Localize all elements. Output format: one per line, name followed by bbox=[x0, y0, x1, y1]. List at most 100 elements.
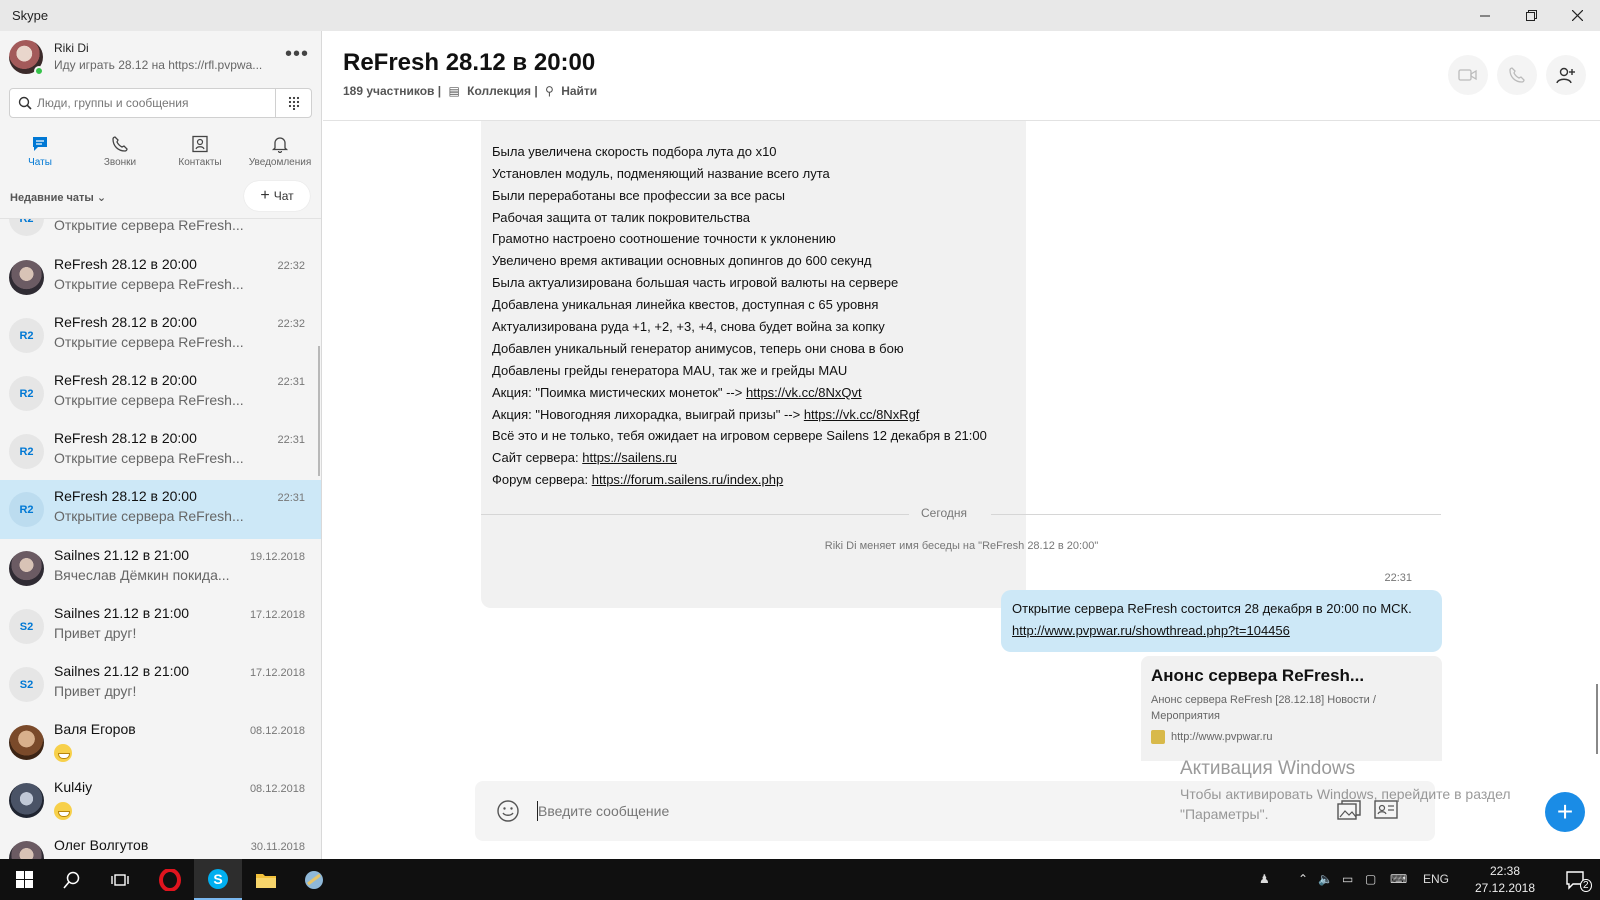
link-preview-url-text: http://www.pvpwar.ru bbox=[1171, 731, 1273, 743]
chat-list-item[interactable]: S2 Sailnes 21.12 в 21:00 Привет друг! 17… bbox=[0, 655, 321, 714]
chat-title: Валя Егоров bbox=[54, 721, 136, 737]
video-call-button[interactable] bbox=[1448, 55, 1488, 95]
message-link[interactable]: https://forum.sailens.ru/index.php bbox=[592, 472, 784, 487]
opera-icon bbox=[159, 868, 181, 891]
message-input[interactable]: Введите сообщение bbox=[538, 803, 669, 819]
message-line bbox=[492, 121, 1015, 141]
send-image-icon[interactable] bbox=[1337, 799, 1361, 821]
dialpad-button[interactable] bbox=[275, 89, 311, 117]
tab-notifications-label: Уведомления bbox=[248, 157, 312, 168]
taskbar-opera[interactable] bbox=[146, 859, 194, 900]
search-input[interactable]: Люди, группы и сообщения bbox=[9, 88, 312, 118]
tab-contacts-label: Контакты bbox=[178, 157, 222, 168]
profile-header[interactable]: Riki Di Иду играть 28.12 на https://rfl.… bbox=[0, 31, 321, 83]
send-contact-icon[interactable] bbox=[1374, 799, 1398, 821]
outgoing-message[interactable]: Открытие сервера ReFresh состоится 28 де… bbox=[1001, 590, 1442, 652]
chat-time: 22:31 bbox=[277, 492, 305, 504]
chat-list: R2 Открытие сервера ReFresh... ReFresh 2… bbox=[0, 218, 321, 859]
keyboard-icon[interactable]: ⌨ bbox=[1390, 872, 1407, 886]
incoming-message[interactable]: Была увеличена скорость подбора лута до … bbox=[481, 121, 1026, 608]
chat-avatar bbox=[9, 551, 44, 586]
chat-list-item[interactable]: S2 Sailnes 21.12 в 21:00 Привет друг! 17… bbox=[0, 597, 321, 656]
tab-calls[interactable]: Звонки bbox=[80, 127, 160, 177]
message-list: Была увеличена скорость подбора лута до … bbox=[323, 121, 1600, 761]
task-view-button[interactable] bbox=[96, 859, 144, 900]
close-button[interactable] bbox=[1554, 0, 1600, 31]
windows-logo-icon bbox=[15, 871, 33, 888]
divider-line bbox=[991, 514, 1441, 515]
more-options-icon[interactable]: ••• bbox=[285, 43, 309, 66]
link-preview-card[interactable]: Анонс сервера ReFresh... Анонс сервера R… bbox=[1141, 656, 1442, 761]
message-link[interactable]: http://www.pvpwar.ru/showthread.php?t=10… bbox=[1012, 623, 1290, 638]
tab-calls-label: Звонки bbox=[103, 157, 137, 168]
people-icon[interactable]: ♟ bbox=[1259, 872, 1270, 886]
volume-icon[interactable]: 🔈 bbox=[1318, 872, 1333, 886]
task-view-icon bbox=[111, 873, 129, 886]
message-composer[interactable]: Введите сообщение bbox=[475, 781, 1435, 841]
minimize-button[interactable] bbox=[1462, 0, 1508, 31]
chat-time: 22:32 bbox=[277, 318, 305, 330]
message-scrollbar[interactable] bbox=[1596, 684, 1598, 754]
phone-icon bbox=[112, 136, 128, 152]
tab-chats[interactable]: Чаты bbox=[0, 127, 80, 177]
chevron-up-icon[interactable]: ⌃ bbox=[1298, 872, 1308, 886]
chat-time: 17.12.2018 bbox=[249, 667, 305, 679]
participants-link[interactable]: 189 участников | bbox=[343, 84, 441, 98]
message-line: Добавлены грейды генератора MAU, так же … bbox=[492, 362, 848, 378]
message-text: Сайт сервера: bbox=[492, 450, 583, 466]
recent-chats-filter[interactable]: Недавние чаты ⌄ bbox=[10, 191, 106, 204]
power-icon[interactable]: ▭ bbox=[1342, 872, 1353, 886]
message-line: Были переработаны все профессии за все р… bbox=[492, 187, 785, 203]
taskbar-search-button[interactable] bbox=[48, 859, 96, 900]
language-indicator[interactable]: ENG bbox=[1423, 872, 1449, 886]
chat-list-item[interactable]: Олег Волгутов 30.11.2018 bbox=[0, 829, 321, 859]
chat-list-item[interactable]: R2 Открытие сервера ReFresh... bbox=[0, 219, 321, 248]
chat-time: 22:31 bbox=[277, 376, 305, 388]
video-icon bbox=[1458, 69, 1477, 81]
taskbar-explorer[interactable] bbox=[242, 859, 290, 900]
network-icon[interactable]: ▢ bbox=[1365, 872, 1376, 886]
start-button[interactable] bbox=[0, 859, 48, 900]
message-link[interactable]: https://sailens.ru bbox=[582, 450, 677, 465]
system-clock[interactable]: 22:38 27.12.2018 bbox=[1470, 863, 1540, 897]
chat-time: 08.12.2018 bbox=[249, 783, 305, 795]
tab-contacts[interactable]: Контакты bbox=[160, 127, 240, 177]
chat-list-item[interactable]: Валя Егоров 08.12.2018 bbox=[0, 713, 321, 772]
system-message: Riki Di меняет имя беседы на "ReFresh 28… bbox=[824, 540, 1099, 552]
action-center-button[interactable]: 2 bbox=[1552, 859, 1600, 900]
message-text: Акция: "Новогодняя лихорадка, выиграй пр… bbox=[492, 406, 804, 422]
chat-preview: Открытие сервера ReFresh... bbox=[54, 276, 244, 292]
find-link[interactable]: Найти bbox=[561, 84, 597, 98]
message-line: Добавлен уникальный генератор анимусов, … bbox=[492, 340, 904, 356]
restore-button[interactable] bbox=[1508, 0, 1554, 31]
chat-time: 30.11.2018 bbox=[250, 841, 305, 853]
sidebar-scrollbar[interactable] bbox=[318, 346, 320, 476]
message-line: Была увеличена скорость подбора лута до … bbox=[492, 143, 777, 159]
chat-list-item[interactable]: R2 ReFresh 28.12 в 20:00 Открытие сервер… bbox=[0, 306, 321, 365]
new-chat-button[interactable]: + Чат bbox=[244, 181, 310, 211]
chat-title: ReFresh 28.12 в 20:00 bbox=[54, 256, 197, 272]
chat-list-item[interactable]: R2 ReFresh 28.12 в 20:00 Открытие сервер… bbox=[0, 422, 321, 481]
tab-chats-label: Чаты bbox=[28, 157, 52, 168]
date-divider-label: Сегодня bbox=[921, 506, 967, 520]
collection-link[interactable]: Коллекция | bbox=[467, 84, 538, 98]
tab-notifications[interactable]: Уведомления bbox=[240, 127, 320, 177]
message-line: Была актуализирована большая часть игров… bbox=[492, 275, 899, 291]
add-attachment-button[interactable]: + bbox=[1545, 792, 1585, 832]
message-link[interactable]: https://vk.cc/8NxQvt bbox=[746, 385, 862, 400]
taskbar-skype[interactable]: S bbox=[194, 859, 242, 900]
add-people-button[interactable] bbox=[1546, 55, 1586, 95]
chat-list-item[interactable]: ReFresh 28.12 в 20:00 Открытие сервера R… bbox=[0, 248, 321, 307]
clock-date: 27.12.2018 bbox=[1474, 881, 1536, 895]
message-line: Добавлена уникальная линейка квестов, до… bbox=[492, 297, 879, 313]
audio-call-button[interactable] bbox=[1497, 55, 1537, 95]
chat-list-item-selected[interactable]: R2 ReFresh 28.12 в 20:00 Открытие сервер… bbox=[0, 480, 321, 539]
conversation-title[interactable]: ReFresh 28.12 в 20:00 bbox=[343, 49, 595, 77]
chat-avatar: R2 bbox=[9, 492, 44, 527]
emoji-icon[interactable] bbox=[496, 799, 520, 823]
taskbar-game-app[interactable] bbox=[290, 859, 338, 900]
message-link[interactable]: https://vk.cc/8NxRgf bbox=[804, 407, 920, 422]
chat-list-item[interactable]: Sailnes 21.12 в 21:00 Вячеслав Дёмкин по… bbox=[0, 539, 321, 598]
chat-list-item[interactable]: R2 ReFresh 28.12 в 20:00 Открытие сервер… bbox=[0, 364, 321, 423]
chat-list-item[interactable]: Kul4iy 08.12.2018 bbox=[0, 771, 321, 830]
